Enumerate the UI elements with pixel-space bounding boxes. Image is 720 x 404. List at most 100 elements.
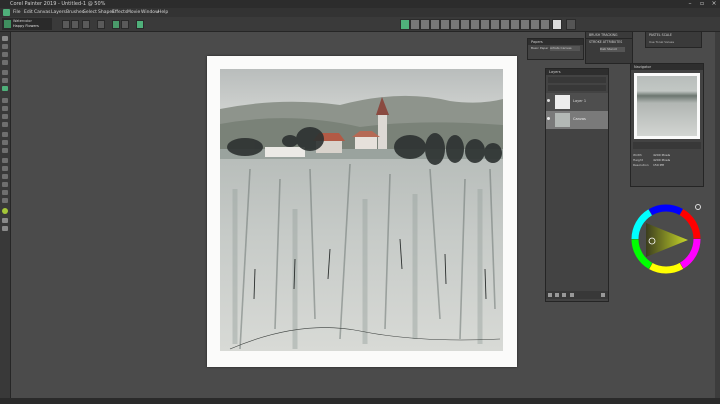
right-scrollbar[interactable] xyxy=(715,32,720,398)
dropper-tool-icon[interactable] xyxy=(2,52,8,57)
brush-preset-9-icon[interactable] xyxy=(490,19,500,30)
menu-brushes[interactable]: Brushes xyxy=(66,8,84,17)
brush-preset-1-icon[interactable] xyxy=(410,19,420,30)
nav-width-label: Width xyxy=(633,153,642,157)
lasso-tool-icon[interactable] xyxy=(2,106,8,111)
new-layer-icon[interactable] xyxy=(570,293,574,297)
papers-panel: Papers Basic Paper Artists Canvas xyxy=(527,38,584,60)
brush-selector[interactable]: Watercolor Happy Flowers xyxy=(2,18,52,30)
dab-preview-icon[interactable] xyxy=(112,20,120,29)
paper-selector-icon[interactable] xyxy=(2,218,8,223)
paper-selector-dropdown[interactable]: Artists Canvas xyxy=(550,46,580,51)
maximize-icon[interactable]: ▫ xyxy=(696,0,708,8)
layer-mask-icon[interactable] xyxy=(548,293,552,297)
rectangle-select-tool-icon[interactable] xyxy=(2,98,8,103)
layer-row-canvas[interactable]: Canvas xyxy=(546,111,608,129)
title-bar: Corel Painter 2019 - Untitled-1 @ 50% – … xyxy=(0,0,720,8)
brush-preset-14-icon[interactable] xyxy=(540,19,550,30)
pattern-selector-icon[interactable] xyxy=(2,226,8,231)
stroke-attributes-label[interactable]: STROKE ATTRIBUTES xyxy=(589,39,622,46)
menu-movie[interactable]: Movie xyxy=(127,8,140,17)
layers-tab[interactable]: Layers xyxy=(546,70,561,74)
papers-tab[interactable]: Papers xyxy=(528,40,543,44)
opacity-icon[interactable] xyxy=(97,20,105,29)
menu-canvas[interactable]: Canvas xyxy=(34,8,51,17)
brush-preset-3-icon[interactable] xyxy=(430,19,440,30)
menu-file[interactable]: File xyxy=(13,8,21,17)
brush-preset-13-icon[interactable] xyxy=(530,19,540,30)
burn-tool-icon[interactable] xyxy=(2,174,8,179)
painting-canvas[interactable] xyxy=(220,69,503,351)
reset-tool-icon[interactable] xyxy=(62,20,70,29)
eye-icon[interactable] xyxy=(547,117,550,120)
brush-preset-8-icon[interactable] xyxy=(480,19,490,30)
menu-help[interactable]: Help xyxy=(158,8,168,17)
navigator-panel: Navigator Width Height Resolution 4200 P… xyxy=(630,63,704,187)
stroke-type-icon[interactable] xyxy=(71,20,79,29)
paper-library-label: Basic Paper xyxy=(531,46,549,50)
toolbox xyxy=(0,32,11,398)
dodge-tool-icon[interactable] xyxy=(2,166,8,171)
brush-tool-icon[interactable] xyxy=(2,36,8,41)
text-tool-icon[interactable] xyxy=(2,148,8,153)
brush-preset-7-icon[interactable] xyxy=(470,19,480,30)
app-logo-icon xyxy=(3,9,10,16)
layer-row-layer-1[interactable]: Layer 1 xyxy=(546,93,608,111)
navigator-tab[interactable]: Navigator xyxy=(631,65,651,69)
grain-icon[interactable] xyxy=(121,20,129,29)
canvas-paper[interactable] xyxy=(207,56,517,367)
brush-preset-4-icon[interactable] xyxy=(440,19,450,30)
pastel-scale-label[interactable]: PASTEL SCALE xyxy=(649,32,672,39)
clone-tool-icon[interactable] xyxy=(2,158,8,163)
color-swatch-icon[interactable] xyxy=(2,86,8,91)
color-wheel-options-icon[interactable] xyxy=(695,204,701,210)
layers-header: Layers xyxy=(546,69,608,75)
rotate-page-tool-icon[interactable] xyxy=(2,198,8,203)
menu-layers[interactable]: Layers xyxy=(51,8,66,17)
layers-footer-toolbar xyxy=(546,291,608,299)
new-group-icon[interactable] xyxy=(562,293,566,297)
menu-edit[interactable]: Edit xyxy=(24,8,33,17)
brush-preset-11-icon[interactable] xyxy=(510,19,520,30)
coating-dropdown[interactable]: Dab Stencil xyxy=(600,47,625,52)
panel-toggle-icon[interactable] xyxy=(566,19,576,30)
brush-preset-2-icon[interactable] xyxy=(420,19,430,30)
scale-option-label[interactable]: Use Tonal Values xyxy=(649,39,674,46)
clone-color-icon[interactable] xyxy=(136,20,144,29)
menu-window[interactable]: Window xyxy=(141,8,159,17)
paint-bucket-tool-icon[interactable] xyxy=(2,60,8,65)
grabber-tool-icon[interactable] xyxy=(2,182,8,187)
brush-library-icon[interactable] xyxy=(400,19,410,30)
shape-tool-icon[interactable] xyxy=(2,140,8,145)
pen-tool-icon[interactable] xyxy=(2,132,8,137)
brush-preset-5-icon[interactable] xyxy=(450,19,460,30)
close-icon[interactable]: × xyxy=(708,0,720,8)
delete-layer-icon[interactable] xyxy=(601,293,605,297)
layer-opacity-slider[interactable] xyxy=(548,85,606,91)
crop-tool-icon[interactable] xyxy=(2,122,8,127)
magnifier-tool-icon[interactable] xyxy=(2,190,8,195)
eraser-tool-icon[interactable] xyxy=(2,44,8,49)
transform-tool-icon[interactable] xyxy=(2,78,8,83)
eye-icon[interactable] xyxy=(547,99,550,102)
layer-commands-icon[interactable] xyxy=(555,293,559,297)
size-icon[interactable] xyxy=(82,20,90,29)
property-bar xyxy=(0,17,720,32)
navigator-thumbnail xyxy=(637,76,697,136)
brush-category: Watercolor xyxy=(13,19,32,23)
brush-preset-15-icon[interactable] xyxy=(552,19,562,30)
magic-wand-tool-icon[interactable] xyxy=(2,114,8,119)
main-color-icon[interactable] xyxy=(2,208,8,214)
minimize-icon[interactable]: – xyxy=(684,0,696,8)
color-wheel[interactable] xyxy=(630,203,702,275)
menu-effects[interactable]: Effects xyxy=(112,8,127,17)
brush-preset-6-icon[interactable] xyxy=(460,19,470,30)
menu-select[interactable]: Select xyxy=(83,8,97,17)
brush-preset-12-icon[interactable] xyxy=(520,19,530,30)
nav-width-value: 4200 Pixels xyxy=(653,153,671,157)
composite-method-dropdown[interactable] xyxy=(548,77,606,83)
brush-preset-10-icon[interactable] xyxy=(500,19,510,30)
navigator-preview[interactable] xyxy=(634,73,700,139)
layer-adjuster-tool-icon[interactable] xyxy=(2,70,8,75)
nav-height-value: 4200 Pixels xyxy=(653,158,671,162)
